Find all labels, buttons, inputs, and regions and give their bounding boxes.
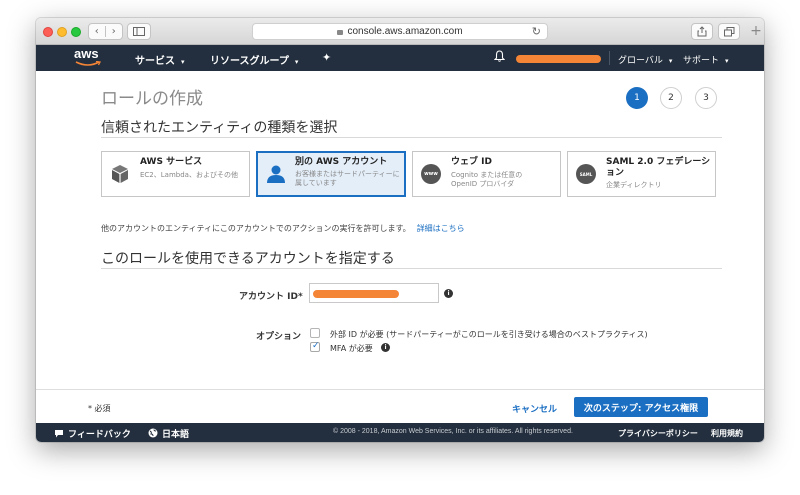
browser-toolbar: ‹ › console.aws.amazon.com ↻ + bbox=[36, 18, 764, 45]
card-description: お客様またはサードパーティーに属しています bbox=[295, 170, 400, 187]
tabs-icon bbox=[723, 26, 734, 36]
mfa-option-label: MFA が必要 bbox=[330, 344, 373, 353]
support-label: サポート bbox=[683, 56, 720, 66]
page-title: ロールの作成 bbox=[101, 89, 203, 109]
help-description: 他のアカウントのエンティティにこのアカウントでのアクションの実行を許可します。 bbox=[101, 224, 411, 233]
account-id-value-redacted bbox=[313, 290, 399, 298]
chevron-down-icon: ▾ bbox=[668, 57, 673, 65]
aws-smile-icon bbox=[75, 61, 101, 66]
www-icon: www bbox=[421, 164, 441, 184]
account-id-input[interactable] bbox=[309, 283, 439, 303]
account-heading: このロールを使用できるアカウントを指定する bbox=[101, 251, 395, 267]
aws-nav-bar: aws サービス ▾ リソースグループ ▾ ✦ グローバル ▾ サポート ▾ bbox=[36, 45, 764, 71]
language-label: 日本語 bbox=[162, 430, 190, 440]
zoom-window-button[interactable] bbox=[71, 27, 81, 37]
services-menu[interactable]: サービス ▾ bbox=[135, 52, 185, 67]
mfa-info-icon[interactable]: i bbox=[381, 343, 390, 352]
entity-card-another-account[interactable]: 別の AWS アカウント お客様またはサードパーティーに属しています bbox=[256, 151, 406, 197]
user-icon bbox=[267, 165, 285, 183]
services-label: サービス bbox=[135, 56, 175, 67]
entity-type-heading: 信頼されたエンティティの種類を選択 bbox=[101, 120, 338, 136]
browser-window: ‹ › console.aws.amazon.com ↻ + aws サービス ▾… bbox=[36, 18, 764, 442]
notification-bell-icon bbox=[493, 50, 506, 62]
resource-groups-label: リソースグループ bbox=[210, 56, 289, 67]
address-url: console.aws.amazon.com bbox=[347, 26, 463, 37]
entity-help-text: 他のアカウントのエンティティにこのアカウントでのアクションの実行を許可します。詳… bbox=[101, 223, 465, 234]
wizard-action-bar: * 必須 キャンセル 次のステップ: アクセス権限 bbox=[36, 389, 764, 423]
card-title: ウェブ ID bbox=[451, 157, 492, 167]
card-title: AWS サービス bbox=[140, 157, 203, 167]
console-footer: フィードバック 日本語 © 2008 - 2018, Amazon Web Se… bbox=[36, 423, 764, 442]
lock-icon bbox=[337, 30, 344, 35]
entity-card-saml[interactable]: SAML SAML 2.0 フェデレーション 企業ディレクトリ bbox=[567, 151, 716, 197]
copyright-text: © 2008 - 2018, Amazon Web Services, Inc.… bbox=[333, 428, 573, 435]
entity-card-aws-service[interactable]: AWS サービス EC2、Lambda、およびその他 bbox=[101, 151, 250, 197]
speech-bubble-icon bbox=[55, 430, 63, 438]
support-menu[interactable]: サポート ▾ bbox=[683, 53, 729, 66]
cube-icon bbox=[112, 165, 128, 183]
mfa-checkbox[interactable]: ✓ bbox=[310, 341, 320, 352]
wizard-step-1[interactable]: 1 bbox=[626, 87, 648, 109]
wizard-step-2[interactable]: 2 bbox=[660, 87, 682, 109]
bell-icon[interactable] bbox=[493, 50, 506, 65]
pin-icon[interactable]: ✦ bbox=[322, 51, 331, 64]
reload-icon[interactable]: ↻ bbox=[532, 25, 541, 38]
options-label: オプション bbox=[256, 332, 302, 342]
card-title: SAML 2.0 フェデレーション bbox=[606, 157, 711, 178]
card-title: 別の AWS アカウント bbox=[295, 157, 388, 167]
resource-groups-menu[interactable]: リソースグループ ▾ bbox=[210, 52, 298, 67]
learn-more-link[interactable]: 詳細はこちら bbox=[417, 224, 465, 233]
chevron-down-icon: ▾ bbox=[725, 57, 729, 65]
language-selector[interactable]: 日本語 bbox=[148, 427, 189, 440]
chevron-down-icon: ▾ bbox=[294, 58, 299, 66]
minimize-window-button[interactable] bbox=[57, 27, 67, 37]
external-id-checkbox[interactable] bbox=[310, 328, 320, 338]
account-id-label: アカウント ID* bbox=[239, 292, 303, 302]
aws-logo[interactable]: aws bbox=[74, 47, 104, 69]
sidebar-icon bbox=[133, 27, 145, 36]
cancel-button[interactable]: キャンセル bbox=[512, 402, 557, 415]
share-button[interactable] bbox=[691, 23, 713, 40]
feedback-label: フィードバック bbox=[68, 430, 131, 440]
account-id-info-icon[interactable]: i bbox=[444, 289, 453, 298]
card-description: Cognito または任意の OpenID プロバイダ bbox=[451, 171, 523, 188]
saml-icon: SAML bbox=[576, 164, 596, 184]
close-window-button[interactable] bbox=[43, 27, 53, 37]
terms-link[interactable]: 利用規約 bbox=[711, 428, 743, 439]
new-tab-button[interactable]: + bbox=[748, 23, 764, 45]
card-description: EC2、Lambda、およびその他 bbox=[140, 171, 238, 179]
history-nav: ‹ › bbox=[88, 23, 123, 40]
region-menu[interactable]: グローバル ▾ bbox=[618, 53, 672, 66]
feedback-link[interactable]: フィードバック bbox=[54, 427, 131, 440]
main-content: ロールの作成 1 2 3 信頼されたエンティティの種類を選択 AWS サービス … bbox=[36, 71, 764, 389]
privacy-policy-link[interactable]: プライバシーポリシー bbox=[618, 428, 698, 439]
globe-icon bbox=[148, 428, 158, 438]
region-label: グローバル bbox=[618, 56, 663, 66]
wizard-step-3[interactable]: 3 bbox=[695, 87, 717, 109]
share-icon bbox=[697, 26, 707, 37]
back-icon[interactable]: ‹ bbox=[89, 26, 106, 37]
account-menu-redacted[interactable] bbox=[516, 55, 601, 63]
nav-divider bbox=[609, 51, 610, 65]
entity-card-web-identity[interactable]: www ウェブ ID Cognito または任意の OpenID プロバイダ bbox=[412, 151, 561, 197]
show-tabs-button[interactable] bbox=[718, 23, 740, 40]
forward-icon[interactable]: › bbox=[106, 26, 122, 37]
heading-divider bbox=[101, 137, 722, 138]
heading-divider bbox=[101, 268, 722, 269]
sidebar-toggle-button[interactable] bbox=[127, 23, 151, 40]
address-bar[interactable]: console.aws.amazon.com ↻ bbox=[252, 23, 548, 40]
chevron-down-icon: ▾ bbox=[181, 58, 185, 66]
aws-logo-text: aws bbox=[74, 46, 99, 61]
checkmark-icon: ✓ bbox=[312, 341, 320, 351]
next-permissions-button[interactable]: 次のステップ: アクセス権限 bbox=[574, 397, 708, 417]
card-description: 企業ディレクトリ bbox=[606, 181, 662, 189]
external-id-option-label: 外部 ID が必要 (サードパーティーがこのロールを引き受ける場合のベストプラク… bbox=[330, 330, 648, 339]
required-note: * 必須 bbox=[88, 404, 111, 413]
